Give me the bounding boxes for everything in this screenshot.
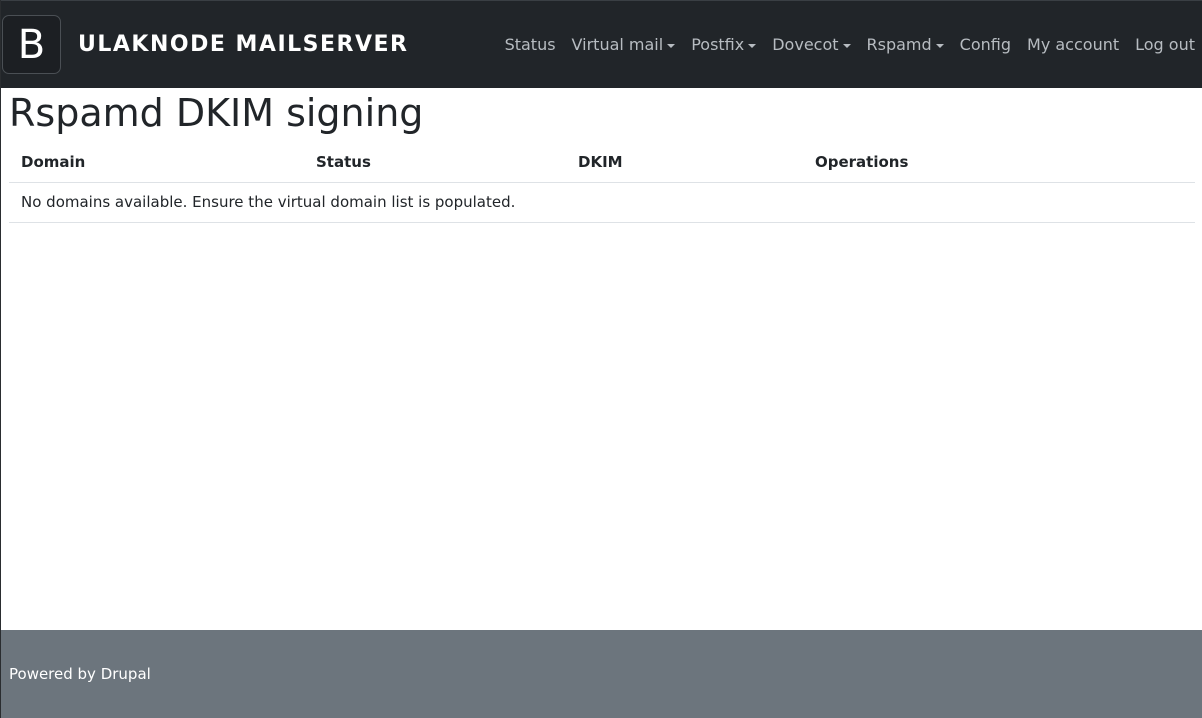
nav-item-rspamd[interactable]: Rspamd: [859, 34, 952, 56]
column-header-domain: Domain: [9, 153, 304, 183]
nav-item-label: Postfix: [691, 35, 745, 54]
nav-item-label: Virtual mail: [571, 35, 664, 54]
caret-down-icon: [748, 44, 757, 48]
dkim-domains-table: Domain Status DKIM Operations No domains…: [9, 153, 1195, 223]
caret-down-icon: [935, 44, 944, 48]
table-header-row: Domain Status DKIM Operations: [9, 153, 1195, 183]
column-header-dkim: DKIM: [566, 153, 803, 183]
column-header-status: Status: [304, 153, 566, 183]
nav-item-log-out[interactable]: Log out: [1127, 34, 1195, 56]
page-title: Rspamd DKIM signing: [9, 91, 424, 135]
nav-item-postfix[interactable]: Postfix: [683, 34, 764, 56]
site-name-link[interactable]: ULAKNODE MAILSERVER: [78, 31, 408, 59]
caret-down-icon: [667, 44, 676, 48]
nav-item-label: Config: [959, 35, 1012, 54]
column-header-operations: Operations: [803, 153, 1195, 183]
powered-by-drupal[interactable]: Powered by Drupal: [9, 663, 151, 685]
main-content: Rspamd DKIM signing Domain Status DKIM O…: [9, 88, 1195, 223]
nav-item-virtual-mail[interactable]: Virtual mail: [564, 34, 684, 56]
site-logo[interactable]: B: [2, 15, 61, 74]
nav-item-label: Dovecot: [772, 35, 839, 54]
nav-item-my-account[interactable]: My account: [1019, 34, 1127, 56]
nav-item-dovecot[interactable]: Dovecot: [764, 34, 858, 56]
logo-letter: B: [17, 21, 46, 68]
caret-down-icon: [842, 44, 851, 48]
nav-item-status[interactable]: Status: [497, 34, 564, 56]
nav-item-config[interactable]: Config: [952, 34, 1019, 56]
top-navbar: B ULAKNODE MAILSERVER Status Virtual mai…: [1, 0, 1202, 88]
site-footer: Powered by Drupal: [1, 630, 1202, 718]
main-menu: Status Virtual mail Postfix Dovecot Rspa…: [497, 34, 1195, 56]
nav-item-label: Rspamd: [866, 35, 932, 54]
nav-item-label: Status: [504, 35, 556, 54]
nav-item-label: My account: [1027, 35, 1120, 54]
nav-item-label: Log out: [1135, 35, 1195, 54]
empty-table-message: No domains available. Ensure the virtual…: [9, 182, 1195, 223]
table-row: No domains available. Ensure the virtual…: [9, 182, 1195, 223]
page: B ULAKNODE MAILSERVER Status Virtual mai…: [0, 0, 1202, 718]
